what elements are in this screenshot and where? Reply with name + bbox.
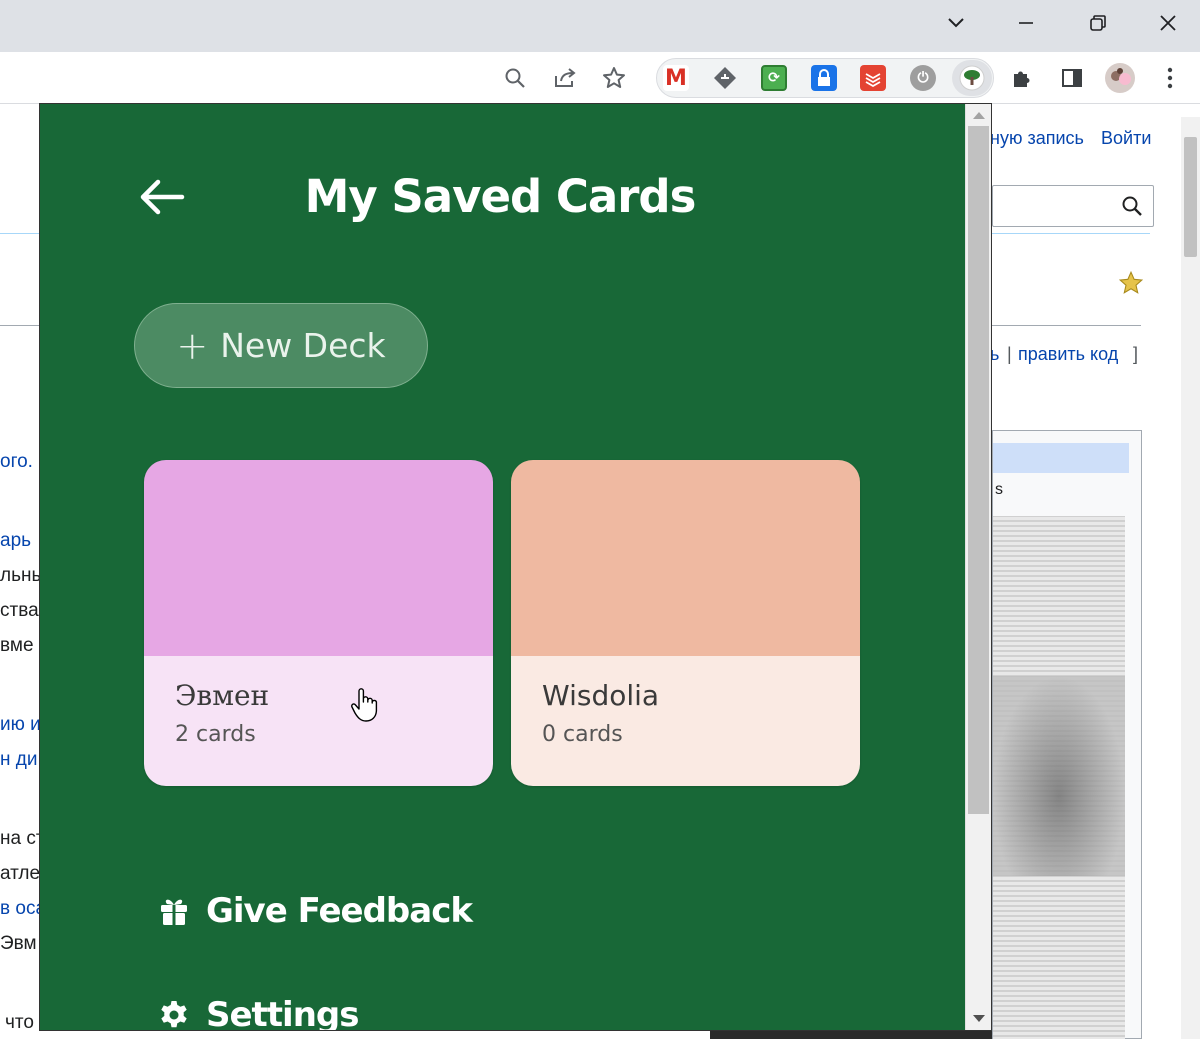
wiki-fragment[interactable]: ого. [0,451,33,473]
close-icon[interactable] [1146,6,1190,40]
kebab-menu-icon[interactable] [1154,62,1186,94]
new-deck-label: New Deck [220,326,386,365]
wiki-fragment: ства [0,600,39,621]
wiki-fragment[interactable]: арь [0,530,31,552]
deck-count: 2 cards [175,722,256,747]
browser-toolbar: M ⟳ ⏻ [0,52,1200,104]
refresh-ext-icon[interactable]: ⟳ [761,65,787,91]
engraving-image[interactable] [993,516,1125,1039]
puzzle-icon[interactable] [1006,62,1038,94]
deck-cover [144,460,493,656]
back-arrow-icon[interactable] [136,174,188,220]
infobox-header [993,443,1129,473]
lock-ext-icon[interactable] [811,65,837,91]
power-icon[interactable]: ⏻ [910,65,936,91]
scroll-down-arrow-icon[interactable] [973,1015,985,1022]
plus-icon: + [176,323,209,368]
page-scrollbar-thumb[interactable] [1184,137,1197,257]
infobox-caption: s [995,481,1003,498]
minimize-icon[interactable] [1004,6,1048,40]
gear-icon [161,1001,187,1028]
sidepanel-icon[interactable] [1056,62,1088,94]
wiki-search-input[interactable] [992,185,1154,227]
chevron-down-icon[interactable] [934,6,978,40]
todoist-icon[interactable] [860,65,886,91]
search-icon [1122,196,1142,216]
deck-cover [511,460,860,656]
give-feedback-item[interactable]: Give Feedback [158,891,473,931]
deck-name: Wisdolia [542,679,660,712]
infobox: s [992,430,1142,1039]
login-link[interactable]: Войти [1101,128,1151,149]
deck-info: Эвмен 2 cards [144,656,493,786]
engraving-figures [993,676,1125,876]
gmail-icon[interactable]: M [663,65,689,91]
tree-icon[interactable] [952,60,992,96]
create-account-link[interactable]: ную запись [990,128,1084,149]
screen: M ⟳ ⏻ ную запись Войти ь | править код]… [0,0,1200,1039]
edit-code-link[interactable]: править код [1018,344,1118,365]
page-scrollbar[interactable] [1181,117,1200,1039]
share-icon[interactable] [549,62,581,94]
tag-icon[interactable] [712,65,738,91]
deck-info: Wisdolia 0 cards [511,656,860,786]
wiki-fragment: на ст [0,828,45,849]
popup-scrollbar-thumb[interactable] [968,126,989,814]
give-feedback-label: Give Feedback [206,891,473,931]
deck-count: 0 cards [542,722,623,747]
gift-icon [161,899,187,925]
wiki-fragment: что [5,1012,34,1033]
zoom-icon[interactable] [499,62,531,94]
edit-bracket: ] [1133,344,1139,364]
restore-icon[interactable] [1076,6,1120,40]
profile-avatar[interactable] [1104,62,1136,94]
scroll-up-arrow-icon[interactable] [973,112,985,119]
popup-scrollbar[interactable] [965,104,991,1030]
wiki-fragment: атле [0,863,41,884]
new-deck-button[interactable]: + New Deck [134,303,428,388]
wiki-fragment[interactable]: ию и [0,714,41,736]
deck-name: Эвмен [175,679,270,712]
hand-cursor-icon [350,687,378,727]
settings-item[interactable]: Settings [158,995,359,1031]
wiki-fragment: Эвм [0,933,37,954]
settings-label: Settings [206,995,359,1031]
extension-popup: My Saved Cards + New Deck Эвмен 2 cards … [39,103,992,1031]
wiki-fragment[interactable]: н ди [0,749,37,771]
bookmark-star-icon[interactable] [598,62,630,94]
browser-titlebar [0,0,1200,52]
wiki-fragment: вме [0,635,34,656]
deck-card[interactable]: Wisdolia 0 cards [511,460,860,786]
edit-separator: | [1007,344,1012,364]
popup-title: My Saved Cards [304,170,697,223]
deck-card[interactable]: Эвмен 2 cards [144,460,493,786]
featured-star-icon [1118,270,1144,300]
